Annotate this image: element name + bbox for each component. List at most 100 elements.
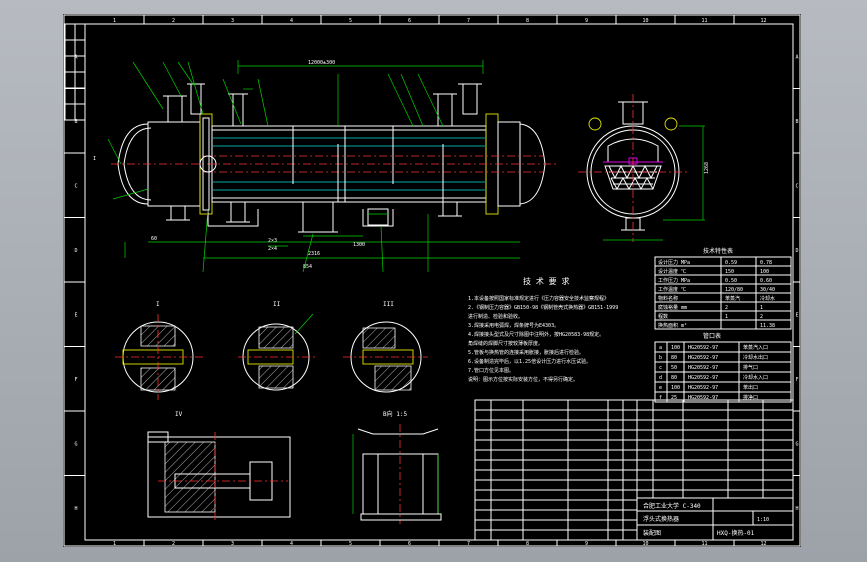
grid-col-bottom-6: 6 xyxy=(408,541,411,547)
bracket-label: B向 1:5 xyxy=(383,410,407,418)
nozzle-row-2-use: 排气口 xyxy=(743,364,758,371)
grid-col-top-3: 3 xyxy=(231,18,234,24)
grid-col-top-11: 11 xyxy=(701,18,707,24)
spec-row-0-shell: 0.59 xyxy=(725,260,737,266)
nozzle-row-3-use: 冷却水入口 xyxy=(743,374,768,381)
tech-line-0: 1.本设备按照国家标准规定进行《压力容器安全技术监察规程》 xyxy=(468,295,609,302)
shell-body xyxy=(211,125,487,203)
detail-label-3: III xyxy=(383,301,394,308)
grid-col-bottom-4: 4 xyxy=(290,541,293,547)
spec-table-title: 技术特性表 xyxy=(703,247,733,255)
tech-line-8: 7.管口方位见本图。 xyxy=(468,367,514,374)
spec-row-0-label: 设计压力 MPa xyxy=(658,259,690,266)
nozzle-row-1-dn: 80 xyxy=(671,355,677,361)
title-school: 合肥工业大学 C-340 xyxy=(643,502,701,510)
dim-mid-a: 1300 xyxy=(353,242,365,248)
tech-line-7: 6.设备制造完毕后，以1.25倍设计压力进行水压试验。 xyxy=(468,358,591,365)
title-drawing-name: 浮头式换热器 xyxy=(643,515,679,523)
grid-col-bottom-1: 1 xyxy=(113,541,116,547)
grid-row-left-H: H xyxy=(74,506,77,512)
grid-col-bottom-5: 5 xyxy=(349,541,352,547)
grid-row-right-B: B xyxy=(795,119,798,125)
spec-row-2-label: 工作压力 MPa xyxy=(658,277,690,284)
nozzle-row-2-dn: 50 xyxy=(671,365,677,371)
dim-d3: 60 xyxy=(151,236,157,242)
grid-rows-left: A B C D E F G H xyxy=(64,54,85,512)
spec-row-2-tube: 0.60 xyxy=(760,278,772,284)
dim-overall-bottom: 2316 xyxy=(308,251,320,257)
detail-view-4 xyxy=(147,431,291,522)
dim-overall-top: 12000±300 xyxy=(308,60,335,66)
cad-viewport[interactable]: 1 2 3 4 5 6 7 8 9 10 11 12 1 2 3 4 5 6 7 8 9 10 11 12 ABCDEFGH… xyxy=(0,0,867,562)
grid-col-bottom-9: 9 xyxy=(585,541,588,547)
grid-col-bottom-12: 12 xyxy=(760,541,766,547)
nozzle-row-4-dn: 100 xyxy=(671,385,680,391)
grid-col-bottom-7: 7 xyxy=(467,541,470,547)
tech-line-1: 2.《钢制压力容器》GB150-98《钢制管壳式换热器》GB151-1999 xyxy=(468,304,618,311)
nozzle-row-3-mark: d xyxy=(659,375,662,381)
spec-row-2-shell: 0.50 xyxy=(725,278,737,284)
spec-row-5-label: 腐蚀裕量 mm xyxy=(658,304,687,311)
nozzle-row-0-std: HG20592-97 xyxy=(688,345,718,351)
spec-row-3-tube: 30/40 xyxy=(760,287,775,293)
nozzle-row-4-std: HG20592-97 xyxy=(688,385,718,391)
spec-row-1-shell: 150 xyxy=(725,269,734,275)
nozzle-row-1-mark: b xyxy=(659,355,662,361)
spec-row-6-label: 程数 xyxy=(658,313,668,320)
nozzle-row-2-std: HG20592-97 xyxy=(688,365,718,371)
tech-line-6: 5.管板与换热管的连接采用胀接，胀接后进行检验。 xyxy=(468,349,584,356)
spec-row-4-label: 物料名称 xyxy=(658,295,678,302)
spec-row-5-tube: 1 xyxy=(760,305,763,311)
title-drawing-no: HXQ-换热-01 xyxy=(717,529,755,537)
grid-row-right-D: D xyxy=(795,248,798,254)
grid-row-left-A: A xyxy=(74,54,77,60)
dim-d1: 2×3 xyxy=(268,238,277,244)
nozzle-table-title: 管口表 xyxy=(703,332,721,340)
dim-bottom-sub: 854 xyxy=(303,264,312,270)
nozzle-row-4-mark: e xyxy=(659,385,662,391)
title-assembly: 装配图 xyxy=(643,529,661,537)
detail-label-1: I xyxy=(156,301,160,308)
nozzle-row-0-mark: a xyxy=(659,345,662,351)
spec-row-1-tube: 100 xyxy=(760,269,769,275)
grid-row-left-F: F xyxy=(74,377,77,383)
tech-line-9: 说明：图示方位按实际安装方位，不得另行确定。 xyxy=(468,376,578,383)
drawing-canvas: 1 2 3 4 5 6 7 8 9 10 11 12 1 2 3 4 5 6 7 8 9 10 11 12 ABCDEFGH… xyxy=(63,14,801,547)
dim-d2: 2×4 xyxy=(268,246,277,252)
spec-row-3-shell: 120/80 xyxy=(725,287,743,293)
grid-row-right-C: C xyxy=(795,183,798,189)
grid-row-right-F: F xyxy=(795,377,798,383)
spec-table: 技术特性表 设计压力 MPa 0.59 0.78 设计温度 ℃ 150 100 工作压力 M… xyxy=(654,247,792,330)
spec-row-7-tube: 11.38 xyxy=(760,323,775,329)
spec-row-1-label: 设计温度 ℃ xyxy=(658,268,686,275)
nozzle-row-1-std: HG20592-97 xyxy=(688,355,718,361)
detail-label-4: IV xyxy=(175,411,183,418)
spec-row-3-label: 工作温度 ℃ xyxy=(658,286,686,293)
main-elevation-view xyxy=(107,60,558,273)
grid-col-top-2: 2 xyxy=(172,18,175,24)
detail-view-3 xyxy=(343,321,428,393)
nozzle-row-2-mark: c xyxy=(659,365,662,371)
grid-row-left-B: B xyxy=(74,119,77,125)
grid-row-left-G: G xyxy=(74,441,77,447)
technical-notes: 技 术 要 求 1.本设备按照国家标准规定进行《压力容器安全技术监察规程》 2.… xyxy=(468,276,618,383)
grid-col-bottom-2: 2 xyxy=(172,541,175,547)
spec-row-4-tube: 冷却水 xyxy=(760,295,775,302)
nozzle-row-1-use: 冷却水出口 xyxy=(743,354,768,361)
spec-row-5-shell: 2 xyxy=(725,305,728,311)
grid-row-right-E: E xyxy=(795,312,798,318)
grid-row-right-A: A xyxy=(795,54,798,60)
view-label-left: I xyxy=(93,156,96,162)
tech-line-4: 4.焊接接头型式及尺寸除图中注明外，按HG20583-98规定。 xyxy=(468,331,604,338)
grid-col-top-9: 9 xyxy=(585,18,588,24)
bracket-view xyxy=(352,424,442,524)
detail-view-1 xyxy=(115,314,203,400)
grid-col-top-1: 1 xyxy=(113,18,116,24)
grid-col-top-5: 5 xyxy=(349,18,352,24)
grid-rows-right: A B C D E F G H xyxy=(793,54,800,512)
grid-row-right-H: H xyxy=(795,506,798,512)
spec-row-0-tube: 0.78 xyxy=(760,260,772,266)
grid-col-bottom-8: 8 xyxy=(526,541,529,547)
grid-col-bottom-11: 11 xyxy=(701,541,707,547)
nozzle-row-0-use: 苯蒸汽入口 xyxy=(743,344,768,351)
